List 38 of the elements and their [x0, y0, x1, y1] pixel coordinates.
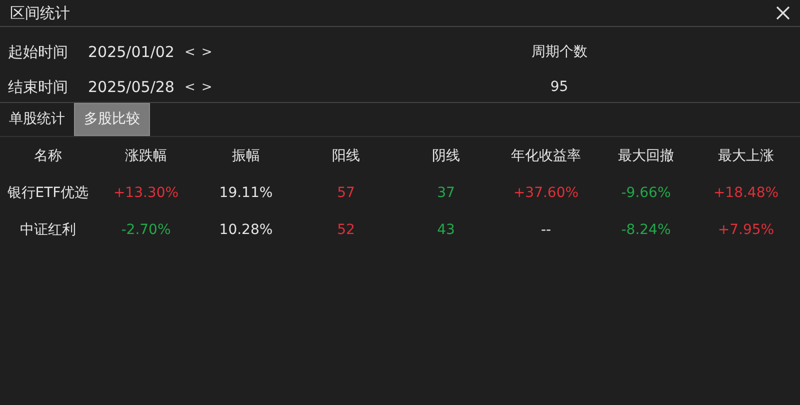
column-header: 年化收益率 — [510, 146, 582, 166]
column-header: 涨跌幅 — [124, 146, 168, 166]
table-cell-text: -8.24% — [620, 221, 672, 240]
column-header: 最大上涨 — [717, 146, 775, 166]
date-value: 2025/01/02 — [88, 42, 174, 64]
tab[interactable]: 多股比较 — [74, 103, 150, 136]
table-cell-text: 37 — [436, 184, 456, 203]
table-cell-text: -- — [540, 221, 552, 240]
range-label: 结束时间 — [7, 77, 69, 98]
table-cell-text: 银行ETF优选 — [6, 184, 90, 203]
table-cell-text: -2.70% — [120, 221, 172, 240]
table-cell-text: +37.60% — [512, 184, 580, 203]
table-cell-text: +13.30% — [112, 184, 180, 203]
table-cell-text: +18.48% — [712, 184, 780, 203]
table-cell-text: 52 — [336, 221, 356, 240]
column-header: 最大回撤 — [617, 146, 675, 166]
previous-button[interactable]: < — [181, 46, 198, 59]
table-cell-text: -9.66% — [620, 184, 672, 203]
window-title: 区间统计 — [10, 2, 70, 24]
column-header: 振幅 — [231, 146, 261, 166]
range-label: 起始时间 — [7, 42, 69, 64]
next-button[interactable]: > — [198, 81, 216, 94]
period-count: 95 — [549, 78, 570, 97]
previous-button[interactable]: < — [181, 81, 198, 94]
date-value: 2025/05/28 — [88, 77, 174, 98]
close-icon[interactable] — [774, 4, 792, 22]
period-label: 周期个数 — [530, 43, 588, 62]
column-header: 阳线 — [331, 146, 361, 166]
table-cell-text: +7.95% — [716, 221, 776, 240]
table-cell-text: 57 — [336, 184, 356, 203]
table-cell-text: 19.11% — [218, 184, 274, 203]
table-cell-text: 43 — [436, 221, 456, 240]
tab[interactable]: 单股统计 — [0, 103, 74, 136]
table-cell-text: 10.28% — [218, 221, 274, 240]
column-header: 名称 — [33, 146, 63, 166]
table-cell-text: 中证红利 — [19, 221, 77, 240]
column-header: 阴线 — [431, 146, 461, 166]
next-button[interactable]: > — [198, 46, 216, 59]
